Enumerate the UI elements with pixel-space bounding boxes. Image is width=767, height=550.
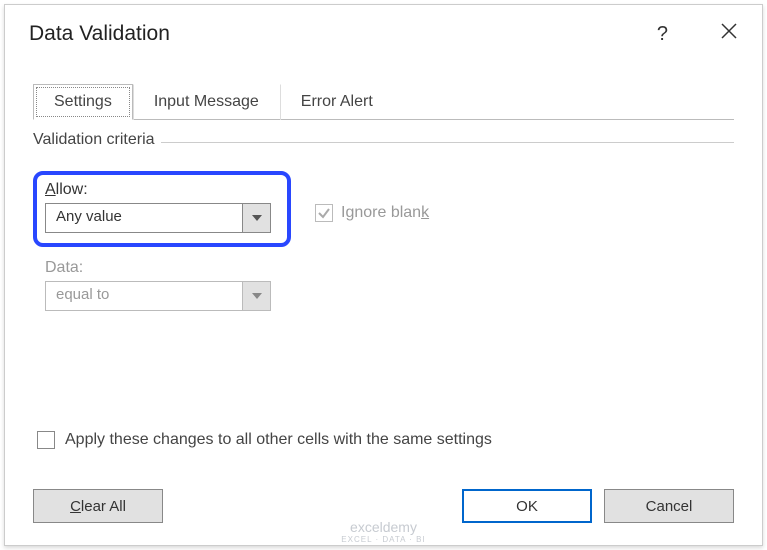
- tab-settings[interactable]: Settings: [33, 84, 133, 120]
- ignore-blank-checkbox: [315, 204, 333, 222]
- apply-all-label: Apply these changes to all other cells w…: [65, 431, 492, 449]
- ignore-blank-row: Ignore blank: [315, 204, 429, 222]
- close-icon: [720, 22, 738, 40]
- data-label: Data:: [45, 259, 734, 277]
- allow-dropdown-button[interactable]: [242, 204, 270, 232]
- tab-input-message[interactable]: Input Message: [133, 84, 280, 120]
- dialog-content: Settings Input Message Error Alert Valid…: [5, 59, 762, 477]
- tab-bar: Settings Input Message Error Alert: [33, 83, 734, 120]
- chevron-down-icon: [252, 215, 262, 221]
- data-field-group: Data: equal to: [45, 259, 734, 311]
- ok-button[interactable]: OK: [462, 489, 592, 523]
- criteria-legend: Validation criteria: [33, 131, 161, 149]
- validation-criteria-group: Validation criteria Allow: Any value: [33, 142, 734, 449]
- check-icon: [317, 206, 331, 220]
- apply-all-row: Apply these changes to all other cells w…: [37, 431, 734, 449]
- data-value: equal to: [46, 282, 242, 310]
- data-validation-dialog: Data Validation ? Settings Input Message…: [4, 4, 763, 546]
- allow-highlight: Allow: Any value: [33, 171, 291, 247]
- help-button[interactable]: ?: [649, 19, 676, 50]
- titlebar-buttons: ?: [649, 18, 746, 50]
- chevron-down-icon: [252, 293, 262, 299]
- data-select: equal to: [45, 281, 271, 311]
- close-button[interactable]: [712, 18, 746, 50]
- apply-all-checkbox[interactable]: [37, 431, 55, 449]
- titlebar: Data Validation ?: [5, 5, 762, 59]
- allow-row: Allow: Any value Ignore blank: [33, 157, 734, 247]
- footer-spacer: [175, 489, 450, 523]
- clear-all-button[interactable]: Clear All: [33, 489, 163, 523]
- cancel-button[interactable]: Cancel: [604, 489, 734, 523]
- data-dropdown-button: [242, 282, 270, 310]
- allow-value: Any value: [46, 204, 242, 232]
- tab-error-alert[interactable]: Error Alert: [280, 84, 394, 120]
- dialog-footer: Clear All OK Cancel: [5, 477, 762, 545]
- ignore-blank-label: Ignore blank: [341, 204, 429, 222]
- allow-select[interactable]: Any value: [45, 203, 271, 233]
- allow-label: Allow:: [45, 181, 271, 199]
- dialog-title: Data Validation: [29, 22, 649, 46]
